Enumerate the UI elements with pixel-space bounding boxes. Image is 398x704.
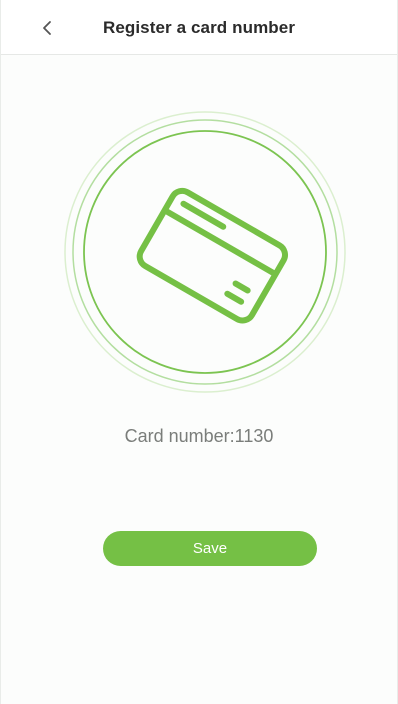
outer-ring: [64, 111, 346, 393]
card-number-display: Card number:1130: [1, 426, 397, 447]
top-bar: Register a card number: [1, 0, 397, 55]
credit-card-icon: [136, 187, 288, 324]
save-button[interactable]: Save: [103, 531, 317, 566]
card-number-label: Card number:: [124, 426, 235, 446]
card-number-value: 1130: [234, 426, 274, 446]
page-title: Register a card number: [102, 18, 296, 37]
card-reader-graphic: [61, 108, 349, 396]
register-card-screen: Register a card number Card number:1130 …: [0, 0, 398, 704]
inner-ring: [83, 130, 327, 374]
middle-ring: [72, 119, 338, 385]
